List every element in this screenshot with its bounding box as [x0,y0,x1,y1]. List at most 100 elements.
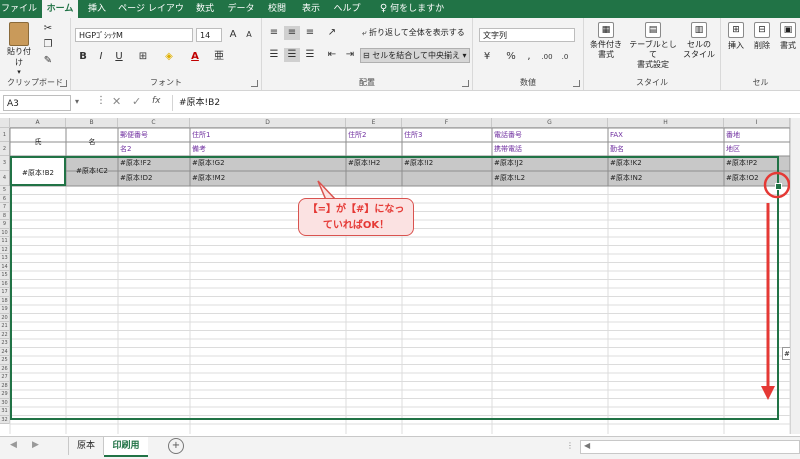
font-name-select[interactable]: HGPｺﾞｼｯｸM [75,28,193,42]
split-handle-icon[interactable]: ⋮ [566,441,574,450]
sheet-tab-bar: ◀ ▶ 原本 印刷用 + ⋮ ◀ [0,436,800,459]
delete-cells-icon: ⊟ [754,22,770,38]
italic-button[interactable]: I [93,50,109,64]
format-as-table-label: テーブルとして 書式設定 [629,40,677,69]
comma-button[interactable]: , [521,50,537,64]
name-box[interactable]: A3 [3,95,71,111]
paste-button[interactable]: 貼り付け ▾ [4,22,34,76]
cell-styles-button[interactable]: ▥ セルの スタイル [680,22,718,60]
scroll-left-arrow-icon[interactable]: ◀ [584,441,590,450]
name-box-dropdown-icon[interactable]: ▾ [75,97,79,106]
number-format-select[interactable]: 文字列 [479,28,575,42]
clipboard-launcher-icon[interactable] [60,80,67,87]
percent-button[interactable]: % [503,50,519,64]
tab-insert[interactable]: 挿入 [82,0,112,18]
format-as-table-button[interactable]: ▤ テーブルとして 書式設定 [628,22,678,70]
more-options-icon: ⋮ [96,95,106,106]
merge-center-label: セルを結合して中央揃え [372,51,461,60]
font-group: HGPｺﾞｼｯｸM 14 A A B I U ⊞ ◈ A 亜 フォント [71,18,262,90]
cell-styles-label: セルの スタイル [683,40,715,59]
annotation-layer [317,171,790,400]
merge-center-button[interactable]: ⊟ セルを結合して中央揃え ▾ [360,48,470,63]
tab-formulas[interactable]: 数式 [190,0,220,18]
conditional-format-icon: ▦ [598,22,614,38]
paste-label: 貼り付け [7,47,31,67]
fill-color-icon[interactable]: ◈ [161,50,177,64]
align-center-icon[interactable]: ☰ [284,48,300,62]
merge-dropdown-icon: ▾ [460,51,467,60]
merge-icon: ⊟ [363,51,373,60]
ribbon: 貼り付け ▾ ✂ ❐ ✎ クリップボード HGPｺﾞｼｯｸM 14 A A B … [0,18,800,91]
copy-icon[interactable]: ❐ [40,38,56,52]
paste-dropdown-icon: ▾ [17,68,21,76]
sheet-tab-original[interactable]: 原本 [68,437,104,455]
tab-file[interactable]: ファイル [0,0,38,18]
font-size-select[interactable]: 14 [196,28,222,42]
format-painter-icon[interactable]: ✎ [40,54,56,68]
align-bottom-icon[interactable]: ≡ [302,26,318,40]
enter-icon[interactable]: ✓ [132,95,141,108]
increase-decimal-icon[interactable]: .00 [539,50,555,64]
worksheet-grid[interactable]: A B C D E F G H I 1 2 3 4 5 6 7 8 9 10 11 12 13 14 15 1… [0,118,790,434]
alignment-launcher-icon[interactable] [462,80,469,87]
formula-input[interactable]: #原本!B2 [172,95,792,111]
drag-arrow-head [761,386,775,400]
shrink-font-button[interactable]: A [241,28,257,42]
align-right-icon[interactable]: ☰ [302,48,318,62]
fill-handle-highlight-circle [763,171,790,199]
currency-icon[interactable]: ¥ [479,50,495,64]
clipboard-icon [9,22,29,46]
decrease-decimal-icon[interactable]: .0 [557,50,573,64]
delete-cells-button[interactable]: ⊟ 削除 [749,22,775,51]
phonetic-icon[interactable]: 亜 [211,50,227,64]
tab-home[interactable]: ホーム [42,0,78,18]
tab-data[interactable]: データ [224,0,258,18]
decrease-indent-icon[interactable]: ⇤ [324,48,340,62]
tab-help[interactable]: ヘルプ [330,0,364,18]
formula-bar: A3 ▾ ⋮ ✕ ✓ fx #原本!B2 [0,91,800,114]
insert-cells-label: 挿入 [728,41,744,50]
sheet-tab-print[interactable]: 印刷用 [104,437,148,457]
scroll-right-icon[interactable]: ▶ [32,440,39,450]
cut-icon[interactable]: ✂ [40,22,56,36]
orientation-icon[interactable]: ↗ [324,26,340,40]
insert-cells-icon: ⊞ [728,22,744,38]
vertical-scrollbar[interactable] [790,118,800,434]
tab-page-layout[interactable]: ページ レイアウト [116,0,186,32]
font-launcher-icon[interactable] [251,80,258,87]
conditional-format-button[interactable]: ▦ 条件付き 書式 [586,22,626,60]
font-color-button[interactable]: A [187,50,203,64]
number-launcher-icon[interactable] [573,80,580,87]
underline-button[interactable]: U [111,50,127,64]
alignment-group: ≡ ≡ ≡ ↗ ☰ ☰ ☰ ⇤ ⇥ ⤶ 折り返して全体を表示する ⊟ セルを結合… [262,18,473,90]
wrap-text-label: 折り返して全体を表示する [369,28,465,37]
number-group: 文字列 ¥ % , .00 .0 数値 [473,18,584,90]
tab-view[interactable]: 表示 [296,0,326,18]
lightbulb-icon: ♀ [379,3,388,14]
tell-me-search[interactable]: ♀ 何をしますか [370,0,454,18]
grow-font-button[interactable]: A [225,28,241,42]
cancel-icon[interactable]: ✕ [112,95,121,108]
bold-button[interactable]: B [75,50,91,64]
callout-bubble: 【=】が【#】になっ ていればOK！ [298,198,414,236]
scroll-left-icon[interactable]: ◀ [10,440,17,450]
format-cells-label: 書式 [780,41,796,50]
tab-review[interactable]: 校閲 [262,0,292,18]
table-icon: ▤ [645,22,661,38]
conditional-format-label: 条件付き 書式 [590,40,622,59]
align-middle-icon[interactable]: ≡ [284,26,300,40]
insert-function-button[interactable]: fx [152,96,161,106]
format-cells-icon: ▣ [780,22,796,38]
styles-group-label: スタイル [636,78,668,87]
horizontal-scrollbar[interactable] [580,440,800,454]
align-top-icon[interactable]: ≡ [266,26,282,40]
insert-cells-button[interactable]: ⊞ 挿入 [723,22,749,51]
format-cells-button[interactable]: ▣ 書式 [775,22,800,51]
wrap-text-button[interactable]: ⤶ 折り返して全体を表示する [362,27,470,38]
borders-icon[interactable]: ⊞ [135,50,151,64]
align-left-icon[interactable]: ☰ [266,48,282,62]
number-group-label: 数値 [520,78,536,87]
font-group-label: フォント [150,78,182,87]
add-sheet-button[interactable]: + [168,438,184,454]
increase-indent-icon[interactable]: ⇥ [342,48,358,62]
